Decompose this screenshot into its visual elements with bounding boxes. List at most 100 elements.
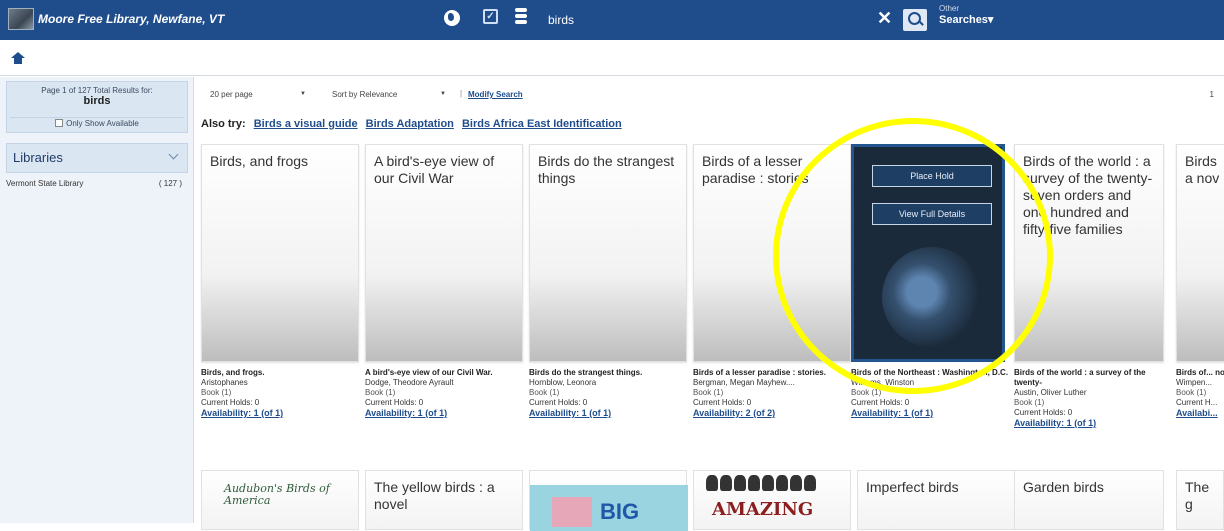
book-info: A bird's-eye view of our Civil War. Dodg… bbox=[365, 368, 525, 418]
book-author[interactable]: Hornblow, Leonora bbox=[529, 378, 689, 388]
book-title[interactable]: Birds of the world : a survey of the twe… bbox=[1014, 368, 1174, 388]
book-info: Birds of a lesser paradise : stories. Be… bbox=[693, 368, 853, 418]
library-facet-count: ( 127 ) bbox=[158, 179, 182, 188]
book-title[interactable]: Birds of... novel. bbox=[1176, 368, 1224, 378]
cover-title: The g bbox=[1185, 479, 1210, 512]
libraries-facet-header[interactable]: Libraries bbox=[6, 143, 188, 173]
caret-down-icon: ▼ bbox=[300, 91, 306, 97]
library-facet-label: Vermont State Library bbox=[6, 179, 84, 188]
book-title[interactable]: Birds do the strangest things. bbox=[529, 368, 689, 378]
cover-art: BIG bbox=[530, 485, 688, 531]
sidebar: Page 1 of 127 Total Results for: birds O… bbox=[0, 77, 194, 523]
cover-title: BIG bbox=[600, 499, 640, 524]
availability-link[interactable]: Availability: 1 (of 1) bbox=[851, 408, 1011, 418]
also-try: Also try: Birds a visual guide Birds Ada… bbox=[201, 118, 622, 130]
database-icon[interactable] bbox=[515, 8, 527, 26]
book-author[interactable]: Dodge, Theodore Ayrault bbox=[365, 378, 525, 388]
availability-link[interactable]: Availabi... bbox=[1176, 408, 1224, 418]
availability-link[interactable]: Availability: 1 (of 1) bbox=[365, 408, 525, 418]
book-cover[interactable]: A bird's-eye view of our Civil War bbox=[365, 144, 523, 362]
also-try-label: Also try: bbox=[201, 118, 246, 130]
book-cover[interactable]: AMAZING bbox=[693, 470, 851, 530]
book-cover[interactable]: Audubon's Birds of America bbox=[201, 470, 359, 530]
availability-link[interactable]: Availability: 2 (of 2) bbox=[693, 408, 853, 418]
cover-title: Audubon's Birds of America bbox=[224, 482, 330, 507]
cover-title: Imperfect birds bbox=[866, 479, 959, 495]
book-format: Book (1) bbox=[529, 388, 560, 397]
book-author[interactable]: Wimpen... bbox=[1176, 378, 1224, 388]
cover-title: The yellow birds : a novel bbox=[374, 479, 495, 512]
results-toolbar: 20 per page ▼ Sort by Relevance ▼ | Modi… bbox=[200, 86, 1224, 104]
cover-title: Garden birds bbox=[1023, 479, 1104, 495]
book-holds: Current Holds: 0 bbox=[1014, 408, 1073, 417]
divider: | bbox=[460, 89, 463, 98]
cover-title: A bird's-eye view of our Civil War bbox=[374, 153, 495, 186]
book-holds: Current H... bbox=[1176, 398, 1218, 407]
sort-value: Sort by Relevance bbox=[332, 90, 398, 99]
results-line: Page 1 of 127 Total Results for: bbox=[41, 86, 153, 95]
book-title[interactable]: A bird's-eye view of our Civil War. bbox=[365, 368, 525, 378]
search-input[interactable] bbox=[548, 8, 870, 32]
highlight-circle bbox=[773, 118, 1053, 394]
per-page-select[interactable]: 20 per page ▼ bbox=[210, 90, 306, 99]
sort-select[interactable]: Sort by Relevance ▼ bbox=[332, 90, 446, 99]
book-info: Birds of the world : a survey of the twe… bbox=[1014, 368, 1174, 428]
also-try-link[interactable]: Birds a visual guide bbox=[254, 118, 358, 130]
book-holds: Current Holds: 0 bbox=[529, 398, 588, 407]
book-format: Book (1) bbox=[1176, 388, 1207, 397]
chevron-down-icon[interactable] bbox=[168, 149, 179, 160]
search-icon[interactable] bbox=[903, 9, 927, 31]
availability-link[interactable]: Availability: 1 (of 1) bbox=[529, 408, 689, 418]
book-author[interactable]: Aristophanes bbox=[201, 378, 361, 388]
globe-icon[interactable] bbox=[444, 10, 460, 26]
book-cover[interactable]: Imperfect birds bbox=[857, 470, 1015, 530]
also-try-link[interactable]: Birds Adaptation bbox=[366, 118, 454, 130]
book-cover[interactable]: The g bbox=[1176, 470, 1224, 530]
also-try-link[interactable]: Birds Africa East Identification bbox=[462, 118, 622, 130]
only-available-checkbox[interactable] bbox=[55, 119, 64, 127]
breadcrumb-bar bbox=[0, 40, 1224, 76]
book-cover[interactable]: Birds, and frogs bbox=[201, 144, 359, 362]
only-available-toggle[interactable]: Only Show Available bbox=[10, 117, 184, 131]
library-facet-item[interactable]: Vermont State Library ( 127 ) bbox=[6, 179, 188, 193]
book-cover[interactable]: Garden birds bbox=[1014, 470, 1164, 530]
library-logo[interactable] bbox=[8, 8, 34, 30]
other-searches-menu[interactable]: Other Searches▾ bbox=[939, 4, 993, 26]
availability-link[interactable]: Availability: 1 (of 1) bbox=[1014, 418, 1174, 428]
checkbox-icon[interactable]: ✓ bbox=[483, 9, 498, 24]
other-searches-label: Searches▾ bbox=[939, 14, 994, 26]
book-cover[interactable]: The yellow birds : a novel bbox=[365, 470, 523, 530]
cover-title: Birds, and frogs bbox=[210, 153, 309, 169]
libraries-title: Libraries bbox=[13, 150, 63, 165]
book-info: Birds, and frogs. Aristophanes Book (1) … bbox=[201, 368, 361, 418]
book-cover[interactable]: Birds a nov bbox=[1176, 144, 1224, 362]
modify-search-link[interactable]: Modify Search bbox=[468, 90, 523, 99]
book-info: Birds of... novel. Wimpen... Book (1) Cu… bbox=[1176, 368, 1224, 418]
cover-title: Birds do the strangest things bbox=[538, 153, 675, 186]
home-icon[interactable] bbox=[11, 52, 25, 64]
book-format: Book (1) bbox=[365, 388, 396, 397]
other-label-small: Other bbox=[939, 4, 960, 13]
caret-down-icon: ▼ bbox=[440, 91, 446, 97]
book-cover[interactable]: Birds do the strangest things bbox=[529, 144, 687, 362]
book-holds: Current Holds: 0 bbox=[851, 398, 910, 407]
book-holds: Current Holds: 0 bbox=[693, 398, 752, 407]
cover-title: Birds a nov bbox=[1185, 153, 1220, 186]
availability-link[interactable]: Availability: 1 (of 1) bbox=[201, 408, 361, 418]
book-cover[interactable]: BIG bbox=[529, 470, 688, 531]
book-author[interactable]: Austin, Oliver Luther bbox=[1014, 388, 1174, 398]
book-title[interactable]: Birds of a lesser paradise : stories. bbox=[693, 368, 853, 378]
book-format: Book (1) bbox=[1014, 398, 1045, 407]
book-holds: Current Holds: 0 bbox=[201, 398, 260, 407]
book-format: Book (1) bbox=[693, 388, 724, 397]
clear-search-icon[interactable]: ✕ bbox=[877, 9, 892, 27]
book-info: Birds do the strangest things. Hornblow,… bbox=[529, 368, 689, 418]
page-number[interactable]: 1 bbox=[1210, 90, 1214, 99]
book-author[interactable]: Bergman, Megan Mayhew.... bbox=[693, 378, 853, 388]
only-available-label: Only Show Available bbox=[66, 119, 139, 128]
results-term: birds bbox=[83, 95, 111, 107]
book-title[interactable]: Birds, and frogs. bbox=[201, 368, 361, 378]
library-name[interactable]: Moore Free Library, Newfane, VT bbox=[38, 12, 224, 26]
cover-title: AMAZING bbox=[712, 499, 814, 520]
per-page-value: 20 per page bbox=[210, 90, 253, 99]
